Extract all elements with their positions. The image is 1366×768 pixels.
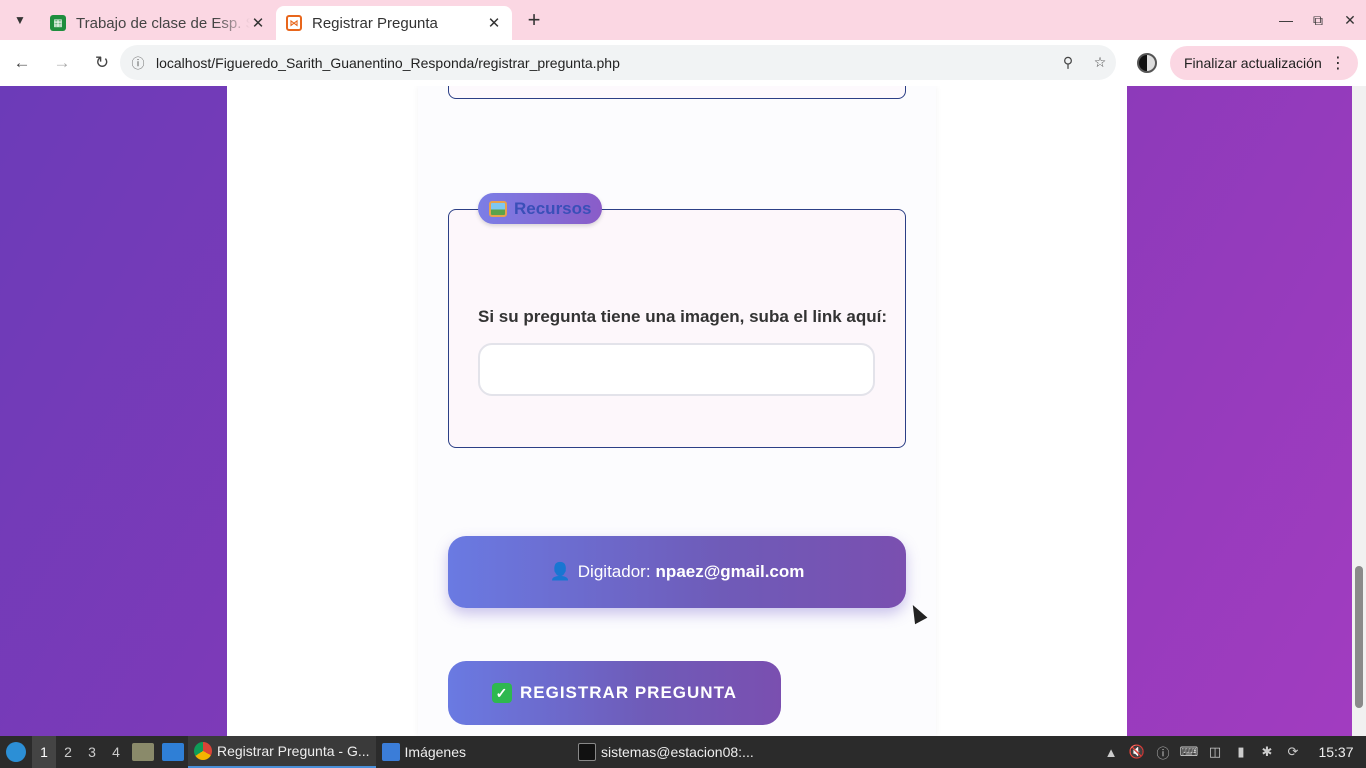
clock[interactable]: 15:37	[1306, 744, 1366, 760]
page-viewport: Recursos Si su pregunta tiene una imagen…	[0, 86, 1366, 736]
reload-icon[interactable]: ↻	[84, 53, 120, 73]
check-mark-icon: ✓	[492, 683, 512, 703]
tab-title: Trabajo de clase de Esp. S	[76, 14, 250, 32]
window-controls: — ⧉ ✕	[1270, 0, 1366, 40]
site-info-icon[interactable]: ⓘ	[120, 53, 156, 72]
workspace-3[interactable]: 3	[80, 736, 104, 768]
framed-picture-icon	[489, 200, 507, 217]
bluetooth-icon[interactable]: ✱	[1254, 744, 1280, 760]
more-menu-icon[interactable]: ⋮	[1330, 53, 1346, 73]
workspace-1[interactable]: 1	[32, 736, 56, 768]
chrome-icon	[194, 742, 212, 760]
start-logo-icon	[6, 742, 26, 762]
close-icon[interactable]: ✕	[250, 14, 266, 32]
taskbar-item-label: Registrar Pregunta - G...	[217, 743, 370, 759]
digitador-badge: 👤 Digitador: npaez@gmail.com	[448, 536, 906, 608]
terminal-icon	[578, 743, 596, 761]
network-icon[interactable]: ◫	[1202, 744, 1228, 760]
muted-speaker-icon[interactable]: 🔇	[1124, 744, 1150, 760]
taskbar-item-imagenes[interactable]: Imágenes	[376, 736, 472, 768]
taskbar-item-label: Imágenes	[404, 744, 466, 760]
start-menu-button[interactable]	[0, 736, 32, 768]
updates-icon[interactable]: ⟳	[1280, 744, 1306, 760]
new-tab-button[interactable]: +	[516, 7, 552, 33]
upload-icon[interactable]: ▲	[1098, 745, 1124, 760]
user-icon: 👤	[549, 562, 571, 581]
previous-fieldset	[448, 86, 906, 99]
digitador-email: npaez@gmail.com	[655, 562, 805, 581]
tab-sheets[interactable]: ▦ Trabajo de clase de Esp. S ✕	[40, 6, 276, 40]
browser-toolbar: ← → ↻ ⓘ localhost/Figueredo_Sarith_Guane…	[0, 40, 1366, 86]
tab-strip: ▼ ▦ Trabajo de clase de Esp. S ✕ ⋈ Regis…	[0, 0, 1366, 40]
update-button[interactable]: Finalizar actualización ⋮	[1170, 46, 1358, 80]
address-bar[interactable]: ⓘ localhost/Figueredo_Sarith_Guanentino_…	[120, 45, 1116, 80]
page-scrollbar[interactable]	[1352, 86, 1366, 736]
keyboard-icon[interactable]: ⌨	[1176, 744, 1202, 760]
restore-icon[interactable]: ⧉	[1302, 12, 1334, 29]
resources-legend-label: Recursos	[514, 198, 592, 218]
image-link-label: Si su pregunta tiene una imagen, suba el…	[478, 307, 888, 326]
resources-legend: Recursos	[478, 193, 603, 224]
forward-arrow-icon[interactable]: →	[44, 53, 80, 73]
folder-icon	[381, 743, 400, 761]
scrollbar-thumb[interactable]	[1355, 566, 1363, 708]
resources-fieldset	[448, 209, 906, 448]
notification-icon[interactable]: ⓘ	[1150, 743, 1176, 762]
taskbar: 1 2 3 4 Registrar Pregunta - G... Imágen…	[0, 736, 1366, 768]
taskbar-item-label: sistemas@estacion08:...	[601, 744, 754, 760]
update-button-label: Finalizar actualización	[1184, 55, 1322, 71]
workspace-2[interactable]: 2	[56, 736, 80, 768]
minimize-icon[interactable]: —	[1270, 12, 1302, 28]
google-sheets-icon: ▦	[50, 15, 66, 31]
digitador-label: Digitador:	[577, 562, 651, 581]
image-link-input[interactable]	[478, 343, 875, 396]
zoom-icon[interactable]: ⚲	[1052, 54, 1084, 71]
xampp-icon: ⋈	[286, 15, 302, 31]
close-window-icon[interactable]: ✕	[1334, 12, 1366, 29]
system-tray: ▲ 🔇 ⓘ ⌨ ◫ ▮ ✱ ⟳ 15:37	[1098, 736, 1366, 768]
workspace-4[interactable]: 4	[104, 736, 128, 768]
tab-search-chevron-icon[interactable]: ▼	[0, 0, 40, 40]
bookmark-star-icon[interactable]: ☆	[1084, 54, 1116, 71]
url-text: localhost/Figueredo_Sarith_Guanentino_Re…	[156, 54, 620, 71]
taskbar-item-chrome[interactable]: Registrar Pregunta - G...	[188, 736, 376, 768]
back-arrow-icon[interactable]: ←	[4, 53, 40, 73]
show-desktop-icon[interactable]	[162, 743, 184, 761]
file-manager-icon[interactable]	[132, 743, 154, 761]
close-icon[interactable]: ✕	[486, 14, 502, 32]
registrar-pregunta-button[interactable]: ✓ REGISTRAR PREGUNTA	[448, 661, 781, 725]
tab-title: Registrar Pregunta	[312, 14, 438, 32]
submit-label: REGISTRAR PREGUNTA	[520, 683, 737, 702]
tab-registrar-pregunta[interactable]: ⋈ Registrar Pregunta ✕	[276, 6, 512, 40]
profile-avatar[interactable]	[1137, 53, 1157, 73]
taskbar-item-terminal[interactable]: sistemas@estacion08:...	[572, 736, 760, 768]
battery-icon[interactable]: ▮	[1228, 744, 1254, 760]
